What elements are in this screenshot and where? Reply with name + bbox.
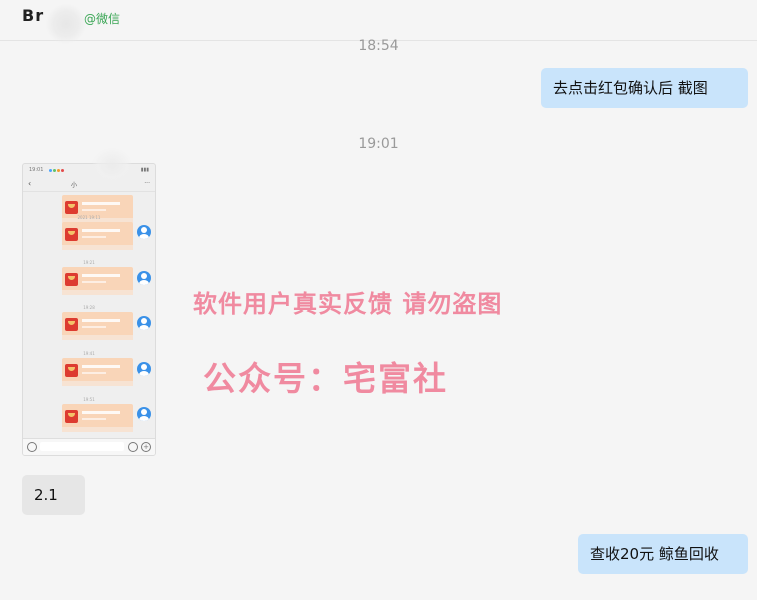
red-packet-card [62,358,133,386]
red-packet-icon [65,318,78,331]
screenshot-timestamp: 19:51 [83,397,95,402]
battery-icon: ▮▮▮ [140,167,149,173]
chat-header: Br @微信 [0,0,757,44]
message-bubble-outgoing[interactable]: 查收20元 鲸鱼回收 [578,534,748,574]
red-packet-card [62,267,133,295]
blur-mask [92,148,132,182]
avatar-icon [137,362,151,376]
red-packet-card [62,404,133,432]
avatar-icon [137,271,151,285]
plus-icon: + [141,442,151,452]
watermark-line2: 公众号：宅富社 [203,359,448,398]
screenshot-text-field [40,442,124,451]
avatar-icon [137,407,151,421]
screenshot-input-bar: + [23,438,155,455]
screenshot-status-bar: 19:01 ▮▮▮ [23,164,155,176]
message-bubble-outgoing[interactable]: 去点击红包确认后 截图 [541,68,748,108]
watermark-line1: 软件用户真实反馈 请勿盗图 [193,290,503,318]
red-packet-icon [65,410,78,423]
red-packet-icon [65,201,78,214]
screenshot-timestamp: 19:21 [83,260,95,265]
red-packet-card [62,222,133,250]
screenshot-timestamp: 19:41 [83,351,95,356]
red-packet-icon [65,364,78,377]
red-packet-icon [65,228,78,241]
emoji-icon [128,442,138,452]
red-packet-icon [65,273,78,286]
message-bubble-incoming[interactable]: 2.1 [22,475,85,515]
status-icons [49,168,65,174]
more-icon: ··· [144,180,150,187]
voice-icon [27,442,37,452]
contact-name[interactable]: Br [22,6,44,25]
back-icon: ‹ [28,179,32,188]
timestamp-top: 18:54 [358,38,399,54]
screenshot-timestamp: 19:28 [83,305,95,310]
red-packet-card [62,312,133,340]
screenshot-nav-bar: ‹ 小 ··· [23,177,155,192]
screenshot-status-time: 19:01 [29,167,44,173]
screenshot-timestamp: 2021 19:11 [77,215,101,220]
avatar-icon [137,316,151,330]
avatar-icon [137,225,151,239]
screenshot-chat-title: 小 [71,182,78,189]
wechat-source-tag: @微信 [84,12,121,26]
screenshot-image[interactable]: 19:01 ▮▮▮ ‹ 小 ··· 2021 19:11 19:21 19:28… [22,163,156,456]
